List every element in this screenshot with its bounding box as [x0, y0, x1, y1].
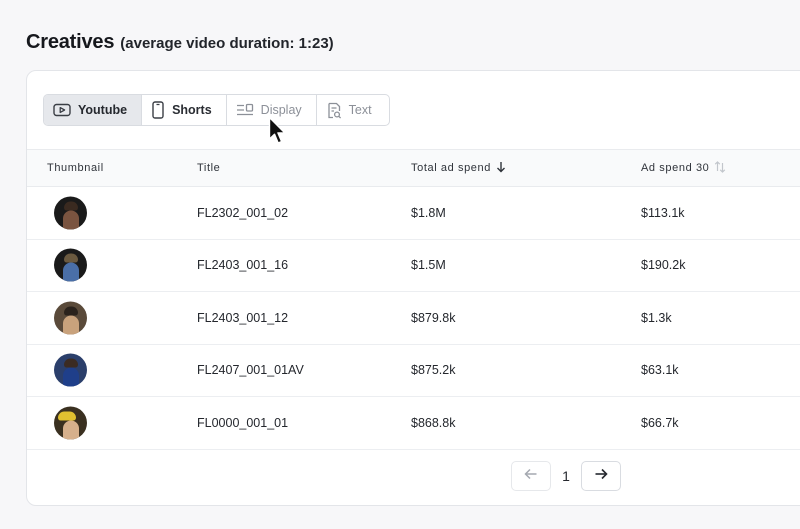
- current-page-number: 1: [562, 468, 570, 484]
- play-icon: [53, 103, 71, 117]
- next-page-button[interactable]: [581, 461, 621, 491]
- ad-spend-30-value: $66.7k: [641, 415, 679, 430]
- creative-title: FL2403_001_12: [197, 310, 289, 325]
- column-header-total-ad-spend-label: Total ad spend: [411, 162, 491, 174]
- sort-both-icon: [714, 160, 726, 176]
- table-row[interactable]: FL2403_001_12 $879.8k $1.3k: [27, 292, 800, 345]
- creative-title: FL2403_001_16: [197, 258, 289, 273]
- column-header-ad-spend-30[interactable]: Ad spend 30: [641, 160, 726, 176]
- ad-spend-30-value: $63.1k: [641, 363, 679, 378]
- filter-text[interactable]: Text: [317, 95, 389, 125]
- video-thumbnail[interactable]: [54, 196, 87, 230]
- video-thumbnail[interactable]: [54, 406, 87, 440]
- creative-title: FL2302_001_02: [197, 205, 289, 220]
- display-layout-icon: [236, 103, 254, 117]
- total-ad-spend-value: $1.8M: [411, 205, 446, 220]
- filter-shorts-label: Shorts: [172, 103, 212, 117]
- creative-title: FL0000_001_01: [197, 415, 289, 430]
- creative-title: FL2407_001_01AV: [197, 363, 304, 378]
- page-subtitle: (average video duration: 1:23): [120, 35, 334, 52]
- table-row[interactable]: FL2302_001_02 $1.8M $113.1k: [27, 187, 800, 240]
- page-heading: Creatives (average video duration: 1:23): [26, 31, 334, 54]
- filter-display-label: Display: [260, 103, 302, 117]
- mouse-pointer-icon: [268, 116, 288, 151]
- filter-youtube-label: Youtube: [78, 103, 128, 117]
- column-header-ad-spend-30-label: Ad spend 30: [641, 162, 710, 174]
- column-header-thumbnail: Thumbnail: [47, 162, 104, 174]
- filter-youtube[interactable]: Youtube: [44, 95, 143, 125]
- table-row[interactable]: FL2407_001_01AV $875.2k $63.1k: [27, 345, 800, 397]
- ad-spend-30-value: $113.1k: [641, 205, 685, 220]
- table-row[interactable]: FL0000_001_01 $868.8k $66.7k: [27, 397, 800, 450]
- total-ad-spend-value: $868.8k: [411, 415, 456, 430]
- pagination: 1: [511, 461, 621, 491]
- filter-shorts[interactable]: Shorts: [142, 95, 227, 125]
- video-thumbnail[interactable]: [54, 248, 87, 282]
- filter-text-label: Text: [348, 103, 372, 117]
- format-filter: Youtube Shorts Display Text: [43, 94, 390, 126]
- ad-spend-30-value: $190.2k: [641, 258, 686, 273]
- table-header: Thumbnail Title Total ad spend Ad spend …: [27, 149, 800, 187]
- page-title: Creatives: [26, 31, 115, 53]
- column-header-title[interactable]: Title: [197, 162, 220, 174]
- video-thumbnail[interactable]: [54, 301, 87, 335]
- previous-page-button[interactable]: [511, 461, 551, 491]
- total-ad-spend-value: $875.2k: [411, 363, 456, 378]
- arrow-left-icon: [524, 467, 538, 485]
- ad-spend-30-value: $1.3k: [641, 310, 672, 325]
- creatives-card: Youtube Shorts Display Text Thumbnail Ti…: [26, 70, 800, 506]
- total-ad-spend-value: $1.5M: [411, 258, 446, 273]
- page: Creatives (average video duration: 1:23)…: [0, 0, 800, 529]
- video-thumbnail[interactable]: [54, 353, 87, 387]
- phone-icon: [151, 101, 165, 119]
- arrow-right-icon: [594, 467, 608, 485]
- text-doc-icon: [326, 102, 342, 119]
- creatives-table: Thumbnail Title Total ad spend Ad spend …: [27, 149, 800, 450]
- total-ad-spend-value: $879.8k: [411, 310, 456, 325]
- table-row[interactable]: FL2403_001_16 $1.5M $190.2k: [27, 240, 800, 292]
- sort-desc-icon: [496, 161, 506, 176]
- column-header-total-ad-spend[interactable]: Total ad spend: [411, 161, 506, 176]
